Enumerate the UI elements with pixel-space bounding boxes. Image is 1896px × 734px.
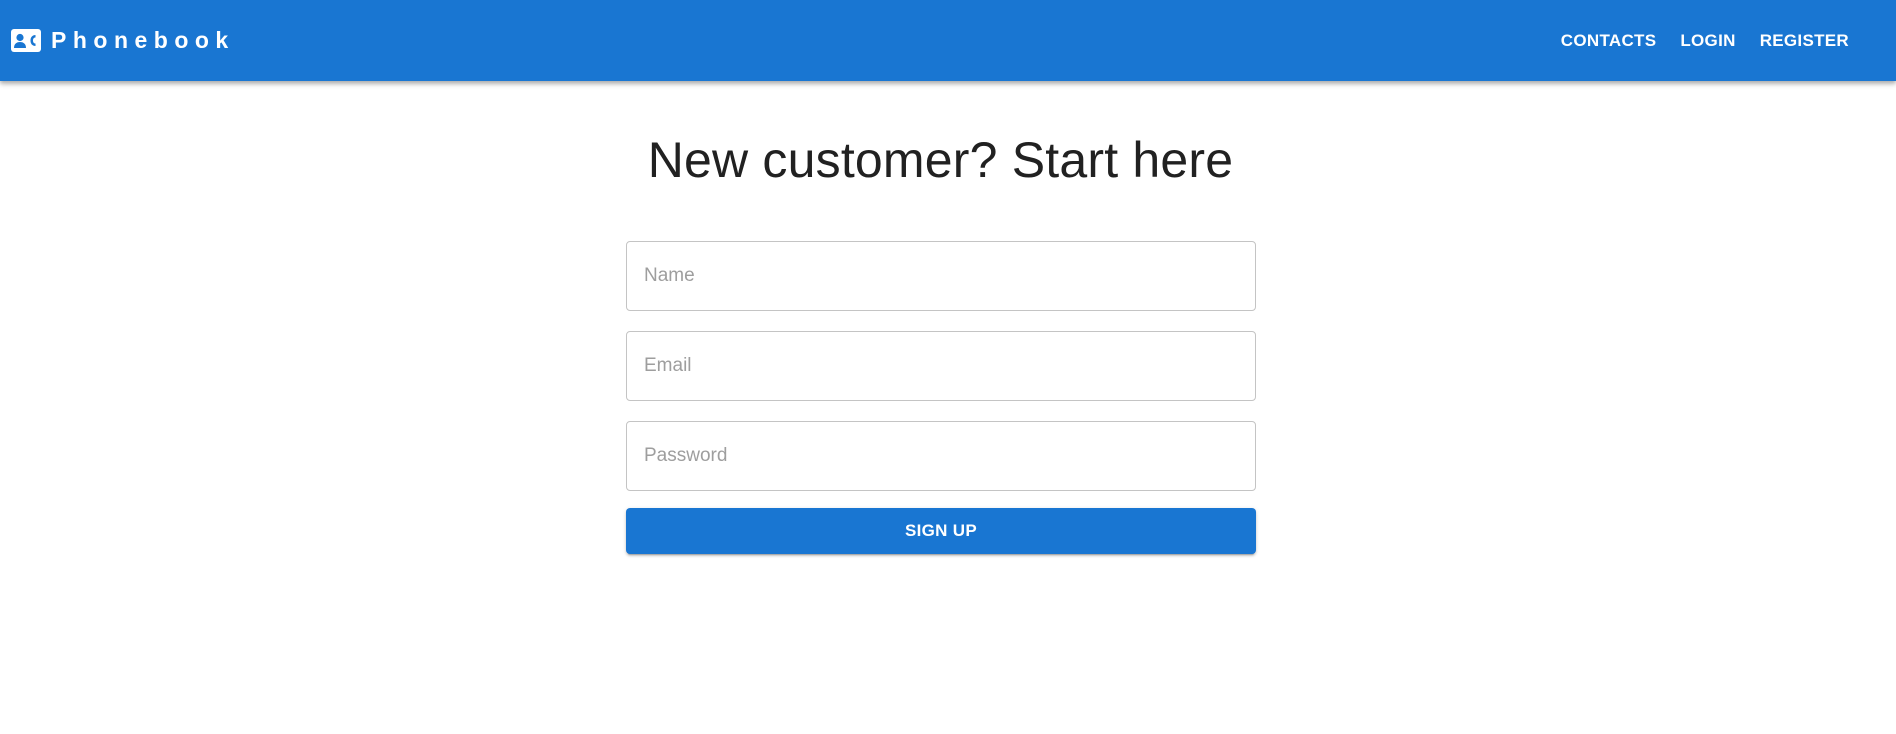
page-title: New customer? Start here (647, 132, 1234, 188)
contact-card-icon (11, 29, 41, 52)
brand-title: Phonebook (51, 27, 235, 53)
nav-register-link[interactable]: Register (1748, 23, 1861, 59)
app-bar: Phonebook Contacts Login Register (0, 0, 1896, 81)
name-input[interactable] (627, 242, 1255, 310)
name-field (626, 241, 1256, 311)
email-field (626, 331, 1256, 401)
top-nav: Contacts Login Register (1549, 23, 1861, 59)
nav-login-link[interactable]: Login (1668, 23, 1747, 59)
main-content: New customer? Start here Sign up (0, 81, 1896, 734)
sign-up-button[interactable]: Sign up (626, 508, 1256, 554)
email-input[interactable] (627, 332, 1255, 400)
brand-link[interactable]: Phonebook (11, 27, 235, 54)
password-field (626, 421, 1256, 491)
password-input[interactable] (627, 422, 1255, 490)
nav-contacts-link[interactable]: Contacts (1549, 23, 1669, 59)
signup-form: Sign up (626, 241, 1256, 554)
